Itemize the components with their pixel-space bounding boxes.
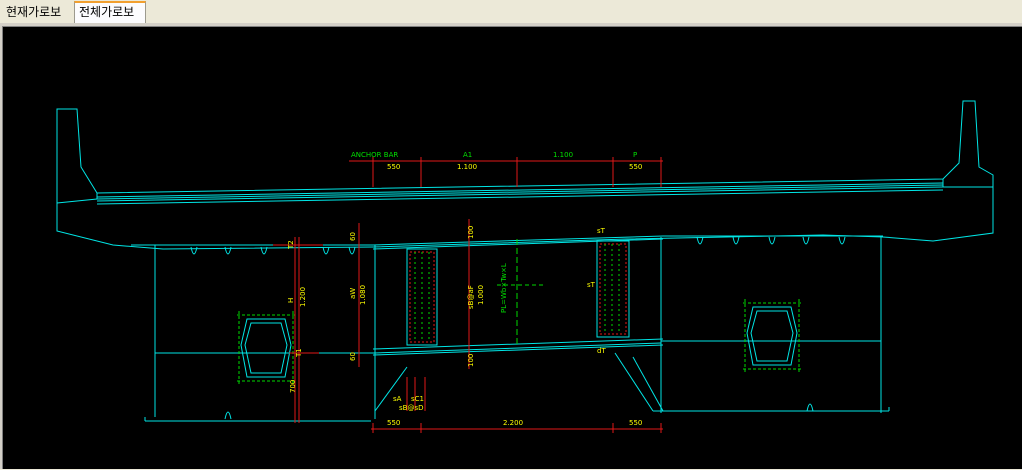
dim-100-bot: 100 [467, 354, 475, 367]
cad-canvas[interactable]: PL=Wb×Tw×L ANCHOR BAR A1 1.100 P 550 1.1… [2, 26, 1022, 469]
label-sa: sA [393, 395, 402, 403]
dim-aw: aW [349, 288, 357, 299]
center-label: PL=Wb×Tw×L [500, 263, 508, 313]
dim-1100-mid: 1.100 [457, 163, 477, 171]
dim-p: P [633, 151, 637, 159]
tab-current-crossbeam[interactable]: 현재가로보 [2, 4, 74, 21]
dim-1100-top: 1.100 [553, 151, 573, 159]
dim-1080: 1.080 [359, 285, 367, 305]
dim-60-bot: 60 [349, 352, 357, 361]
label-dt: dT [597, 347, 606, 355]
dim-anchor-bar: ANCHOR BAR [351, 151, 398, 159]
dim-550-right: 550 [629, 163, 642, 171]
bottom-detail-dims: sA sC1 sB@sD [393, 377, 426, 412]
top-dimensions: ANCHOR BAR A1 1.100 P 550 1.100 550 [349, 151, 663, 187]
crossbeam-drawing: PL=Wb×Tw×L ANCHOR BAR A1 1.100 P 550 1.1… [56, 100, 994, 433]
drawing-panel: PL=Wb×Tw×L ANCHOR BAR A1 1.100 P 550 1.1… [0, 23, 1022, 469]
manhole-right [743, 299, 801, 373]
dim-550-bot-right: 550 [629, 419, 642, 427]
dim-60-top: 60 [349, 232, 357, 241]
anchor-bar-right [596, 240, 630, 338]
dim-1000: 1.000 [477, 285, 485, 305]
center-line: PL=Wb×Tw×L [497, 239, 545, 347]
dim-t1: T1 [295, 348, 303, 358]
tab-all-crossbeams[interactable]: 전체가로보 [74, 1, 146, 23]
dim-2200: 2.200 [503, 419, 523, 427]
dim-h: H [287, 298, 295, 303]
bottom-dimensions: 550 2.200 550 [371, 419, 663, 433]
anchor-bar-left [406, 248, 438, 346]
dim-100-top: 100 [467, 226, 475, 239]
left-dimensions: T2 H 1.200 T1 700 [273, 237, 323, 423]
dim-a1: A1 [463, 151, 472, 159]
label-sbsd: sB@sD [399, 404, 424, 412]
dim-t2: T2 [287, 240, 295, 250]
manhole-left [237, 311, 295, 385]
dim-h-value: 1.200 [299, 287, 307, 307]
label-st-top: sT [597, 227, 606, 235]
dim-sbaf: sB@aF [467, 285, 475, 309]
dim-700: 700 [289, 380, 297, 393]
dim-550-bot-left: 550 [387, 419, 400, 427]
tab-bar: 현재가로보 전체가로보 [0, 0, 1022, 24]
label-sc1: sC1 [411, 395, 424, 403]
label-st-mid: sT [587, 281, 596, 289]
dim-550-left: 550 [387, 163, 400, 171]
deck-slab [56, 100, 994, 250]
